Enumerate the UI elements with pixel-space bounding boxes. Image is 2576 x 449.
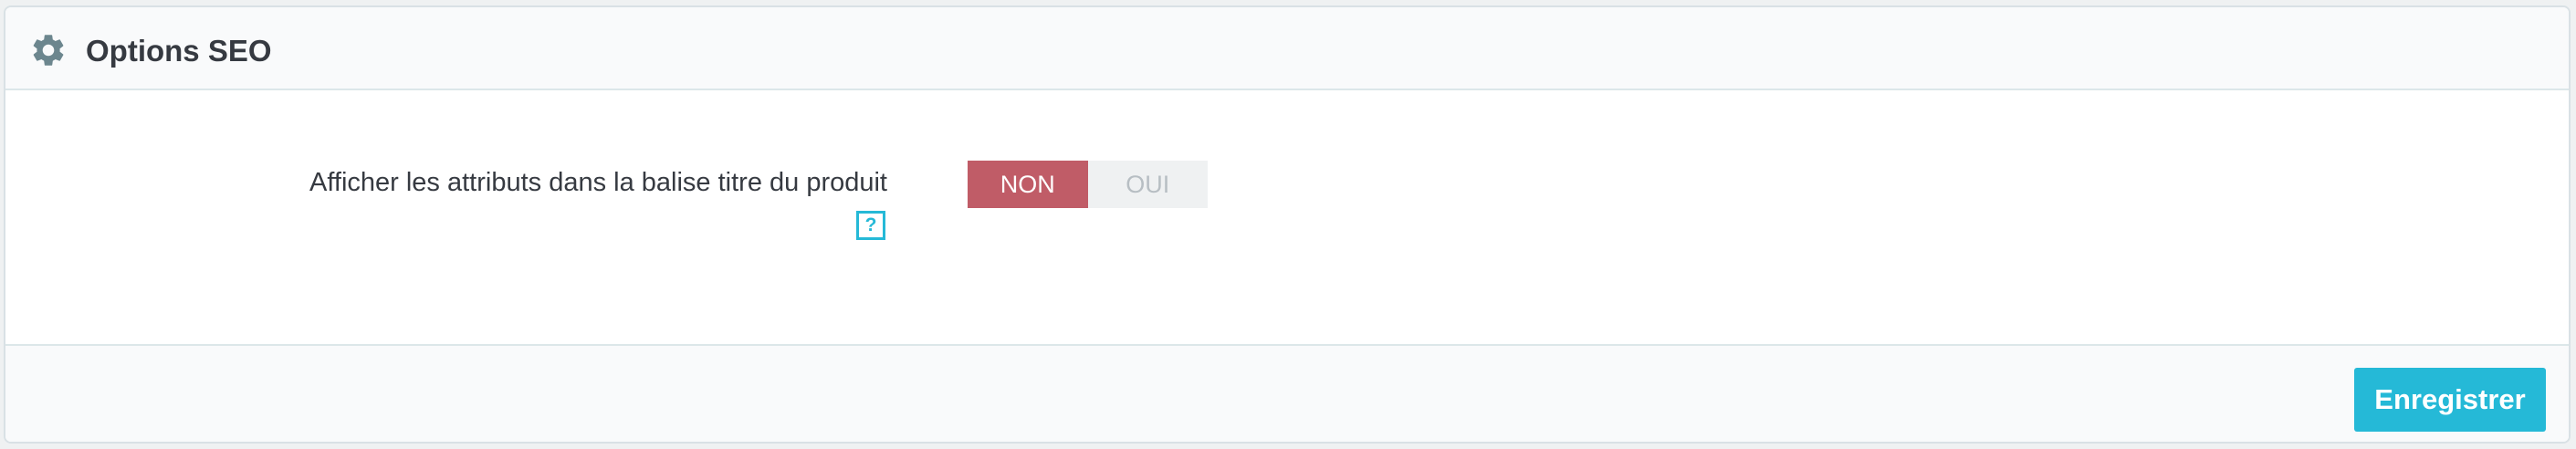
panel-title: Options SEO <box>86 34 272 68</box>
panel-heading: Options SEO <box>5 7 2569 90</box>
help-icon[interactable]: ? <box>856 211 885 240</box>
product-title-attributes-label: Afficher les attributs dans la balise ti… <box>309 168 887 197</box>
switch-option-yes[interactable]: OUI <box>1087 161 1208 208</box>
save-button[interactable]: Enregistrer <box>2354 368 2546 432</box>
gear-icon <box>29 31 68 69</box>
attributes-in-title-switch[interactable]: NON OUI <box>968 161 1208 208</box>
seo-options-panel: Options SEO Afficher les attributs dans … <box>4 5 2571 444</box>
switch-option-no[interactable]: NON <box>968 161 1088 208</box>
panel-footer: Enregistrer <box>5 344 2569 442</box>
